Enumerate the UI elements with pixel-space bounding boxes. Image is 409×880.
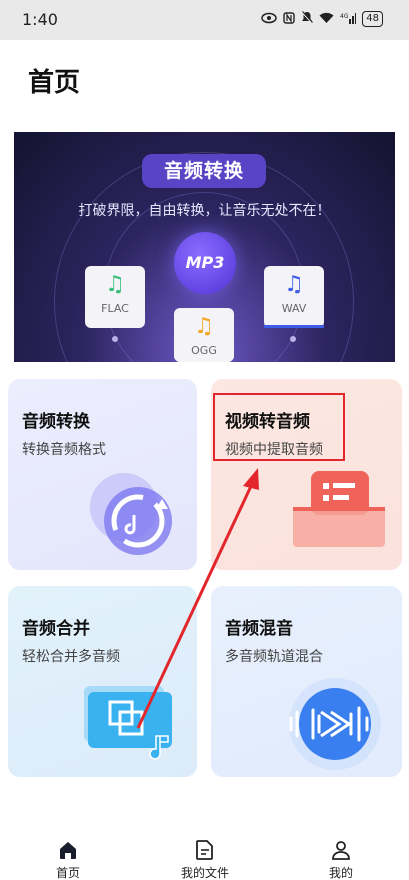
signal-icon: 4G [340,12,357,27]
page-title: 首页 [28,68,81,98]
card-audio-mix[interactable]: 音频混音 多音频轨道混合 [211,586,402,777]
format-card-wav: ♫ WAV [264,266,324,328]
document-icon [196,840,213,860]
mute-bell-icon [301,11,314,27]
status-bar: 1:40 4G 48 [0,0,409,40]
connector-dot [290,336,296,342]
card-subtitle: 轻松合并多音频 [22,649,120,665]
format-card-ogg: ♫ OGG [174,308,234,362]
nav-home[interactable]: 首页 [23,840,113,880]
mix-waveform-icon [289,678,381,770]
card-title: 音频混音 [225,619,293,639]
nav-my-files[interactable]: 我的文件 [160,840,250,880]
audio-convert-banner[interactable]: 音频转换 打破界限，自由转换，让音乐无处不在！ MP3 ♫ FLAC ♫ OGG… [14,132,395,362]
banner-subtitle: 打破界限，自由转换，让音乐无处不在！ [78,203,331,219]
card-subtitle: 多音频轨道混合 [225,649,323,665]
format-label: OGG [191,344,217,357]
nav-me[interactable]: 我的 [296,840,386,880]
svg-text:4G: 4G [340,13,349,20]
eye-icon [261,12,278,27]
nav-label: 我的文件 [180,866,229,880]
nav-label: 首页 [55,866,80,880]
card-subtitle: 转换音频格式 [22,442,106,458]
music-note-icon: ♫ [194,314,214,339]
nav-label: 我的 [328,866,353,880]
format-card-flac: ♫ FLAC [85,266,145,328]
user-icon [332,841,350,860]
video-document-icon [293,471,385,547]
convert-refresh-icon [90,473,172,555]
format-label: WAV [281,302,307,315]
home-icon [60,842,76,859]
format-label: FLAC [101,302,129,315]
music-note-icon: ♫ [105,272,125,297]
music-note-icon: ♫ [284,272,304,297]
connector-dot [112,336,118,342]
card-title: 音频转换 [22,412,90,432]
card-audio-convert[interactable]: 音频转换 转换音频格式 [8,379,197,570]
status-time: 1:40 [22,10,58,29]
status-icons: 4G 48 [261,11,383,27]
annotation-highlight-box [213,393,345,461]
battery-indicator: 48 [362,11,383,27]
mp3-badge: MP3 [174,232,236,294]
nfc-icon [283,11,295,27]
card-title: 音频合并 [22,619,90,639]
card-audio-merge[interactable]: 音频合并 轻松合并多音频 [8,586,197,777]
wifi-icon [319,12,334,27]
format-accent-bar [264,325,324,328]
merge-icon [84,686,172,760]
bottom-nav: 首页 我的文件 我的 [0,830,409,880]
banner-title: 音频转换 [142,154,266,188]
